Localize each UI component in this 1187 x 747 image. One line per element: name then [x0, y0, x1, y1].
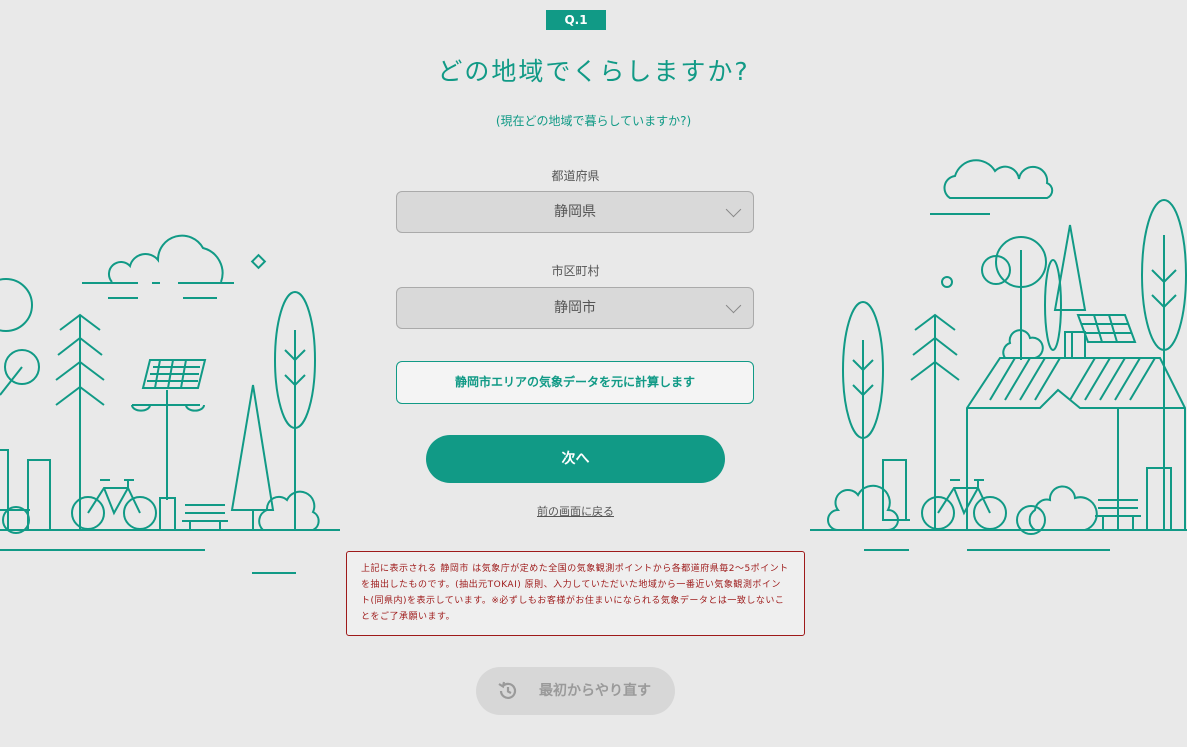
history-icon: [498, 681, 517, 699]
city-label: 市区町村: [551, 264, 600, 278]
weather-point-notice: 上記に表示される 静岡市 は気象庁が定めた全国の気象観測ポイントから各都道府県毎…: [346, 551, 805, 636]
chevron-down-icon: [725, 297, 742, 314]
back-link[interactable]: 前の画面に戻る: [0, 503, 1151, 519]
question-subtitle: (現在どの地域で暮らしていますか?): [495, 114, 692, 128]
city-selected-value: 静岡市: [554, 300, 596, 316]
prefecture-label: 都道府県: [551, 169, 600, 183]
question-title: どの地域でくらしますか?: [437, 57, 750, 86]
prefecture-selected-value: 静岡県: [554, 204, 596, 220]
calculation-note: 静岡市エリアの気象データを元に計算します: [396, 361, 754, 404]
left-park-illustration: [0, 234, 340, 574]
right-house-illustration: [810, 159, 1187, 551]
restart-label: 最初からやり直す: [539, 683, 651, 699]
restart-button[interactable]: 最初からやり直す: [476, 667, 675, 715]
question-number-badge: Q.1: [546, 10, 606, 30]
prefecture-select[interactable]: 静岡県: [396, 191, 754, 233]
city-select[interactable]: 静岡市: [396, 287, 754, 329]
chevron-down-icon: [725, 201, 742, 218]
next-button[interactable]: 次へ: [426, 435, 725, 483]
